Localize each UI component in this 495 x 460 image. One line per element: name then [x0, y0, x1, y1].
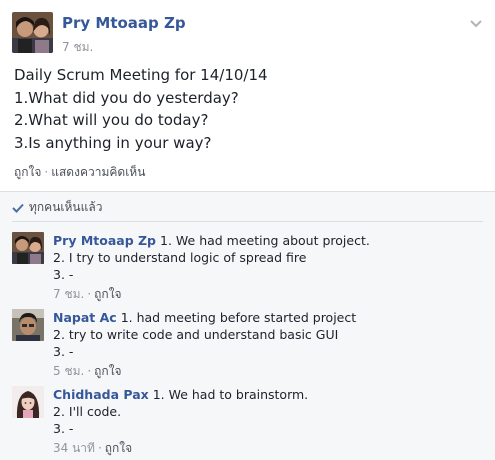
comment-like-link[interactable]: ถูกใจ — [105, 441, 132, 455]
post-line: 2.What will you do today? — [14, 111, 209, 129]
comment-author[interactable]: Pry Mtoaap Zp — [53, 233, 156, 248]
seen-by-all[interactable]: ทุกคนเห็นแล้ว — [12, 198, 102, 217]
comment-author[interactable]: Chidhada Pax — [53, 387, 149, 402]
comment-timestamp[interactable]: 7 ชม. — [53, 287, 84, 301]
divider — [12, 221, 483, 222]
comment-timestamp[interactable]: 5 ชม. — [53, 364, 84, 378]
comment-text-line: 2. try to write code and understand basi… — [53, 327, 339, 342]
comment-meta: 5 ชม. · ถูกใจ — [53, 362, 122, 381]
comment-meta: 34 นาที · ถูกใจ — [53, 439, 132, 458]
comment-text-line: 3. - — [53, 421, 74, 436]
separator-dot: · — [44, 165, 49, 179]
post-card: Pry Mtoaap Zp 7 ชม. Daily Scrum Meeting … — [0, 0, 495, 192]
comment-avatar[interactable] — [12, 232, 44, 264]
separator-dot: · — [87, 287, 92, 301]
post-actions: ถูกใจ · แสดงความคิดเห็น — [14, 163, 145, 182]
seen-label: ทุกคนเห็นแล้ว — [29, 200, 103, 214]
post-line: Daily Scrum Meeting for 14/10/14 — [14, 66, 268, 84]
checkmark-icon — [12, 203, 24, 213]
comment-avatar[interactable] — [12, 309, 44, 341]
comment-body: Chidhada Pax 1. We had to brainstorm. 2.… — [53, 386, 473, 437]
post-message: Daily Scrum Meeting for 14/10/14 1.What … — [14, 64, 474, 154]
post-author-avatar[interactable] — [12, 12, 53, 53]
separator-dot: · — [87, 364, 92, 378]
like-link[interactable]: ถูกใจ — [14, 165, 41, 179]
comment-link[interactable]: แสดงความคิดเห็น — [51, 165, 145, 179]
comment-text-line: 3. - — [53, 344, 74, 359]
comment-text-line: 1. We had to brainstorm. — [152, 387, 309, 402]
post-line: 1.What did you do yesterday? — [14, 88, 239, 107]
post-line: 3.Is anything in your way? — [14, 133, 212, 152]
separator-dot: · — [97, 441, 102, 455]
chevron-down-icon[interactable] — [469, 14, 483, 28]
comment-meta: 7 ชม. · ถูกใจ — [53, 285, 122, 304]
comment-text-line: 1. We had meeting about project. — [160, 233, 370, 248]
comment-avatar[interactable] — [12, 386, 44, 418]
comment-like-link[interactable]: ถูกใจ — [94, 287, 121, 301]
comment-body: Napat Ac 1. had meeting before started p… — [53, 309, 473, 360]
comments-section: ทุกคนเห็นแล้ว Pry Mtoaap Zp 1. We had me… — [0, 192, 495, 460]
comment-body: Pry Mtoaap Zp 1. We had meeting about pr… — [53, 232, 473, 283]
comment-timestamp[interactable]: 34 นาที — [53, 441, 95, 455]
post-timestamp[interactable]: 7 ชม. — [62, 38, 93, 57]
comment-text-line: 3. - — [53, 267, 74, 282]
post-author-name[interactable]: Pry Mtoaap Zp — [62, 14, 186, 32]
comment-author[interactable]: Napat Ac — [53, 310, 117, 325]
comment-like-link[interactable]: ถูกใจ — [94, 364, 121, 378]
comment-text-line: 2. I try to understand logic of spread f… — [53, 250, 307, 265]
comment-text-line: 1. had meeting before started project — [120, 310, 357, 325]
comment-text-line: 2. I'll code. — [53, 404, 122, 419]
